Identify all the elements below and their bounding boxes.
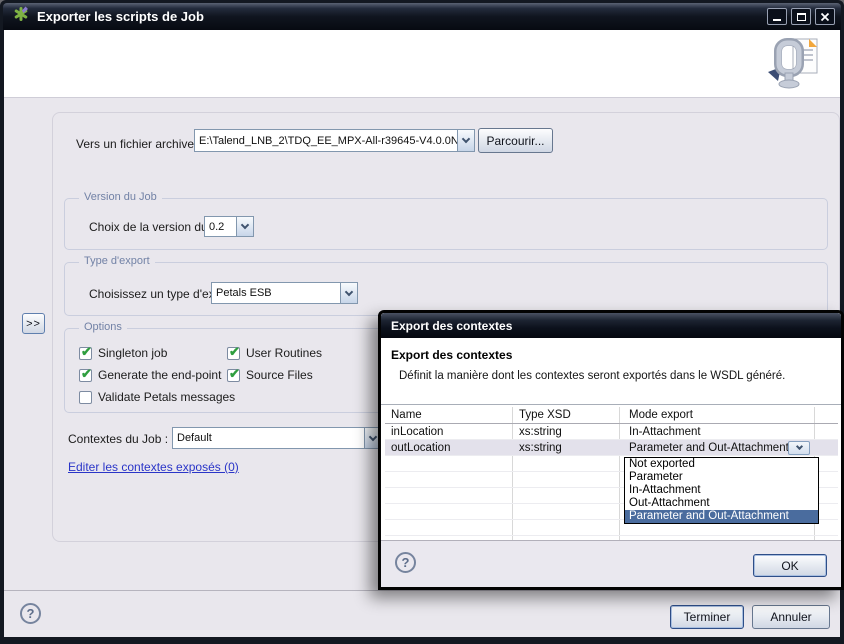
cancel-button[interactable]: Annuler (752, 605, 830, 629)
maximize-button[interactable] (791, 8, 811, 25)
job-version-group-title: Version du Job (79, 191, 162, 203)
chevron-down-icon (369, 432, 377, 440)
checkbox-label: Generate the end-point (98, 368, 221, 382)
dialog-header-title: Export des contextes (391, 348, 512, 362)
chevron-down-icon (345, 287, 353, 295)
button-bar: Terminer Annuler (4, 590, 840, 637)
contexts-table: Name Type XSD Mode export inLocation xs:… (385, 407, 838, 540)
table-row-inlocation[interactable]: inLocation xs:string In-Attachment (385, 424, 838, 440)
title-bar[interactable]: Exporter les scripts de Job (3, 3, 841, 30)
archive-path-combobox[interactable]: E:\Talend_LNB_2\TDQ_EE_MPX-All-r39645-V4… (194, 129, 475, 152)
dialog-help-button[interactable] (395, 552, 416, 573)
dialog-button-bar: OK (381, 540, 841, 587)
export-type-group-title: Type d'export (79, 255, 155, 267)
browse-button[interactable]: Parcourir... (478, 128, 553, 153)
main-window: Exporter les scripts de Job (0, 0, 844, 644)
dropdown-option-parameter-and-out-attachment[interactable]: Parameter and Out-Attachment (625, 510, 818, 523)
checkbox-generate-end-point[interactable]: Generate the end-point (79, 368, 221, 382)
cell-mode-export: Parameter and Out-Attachment (629, 440, 789, 456)
table-row-outlocation[interactable]: outLocation xs:string Parameter and Out-… (385, 440, 838, 456)
checkbox-singleton-job[interactable]: Singleton job (79, 346, 167, 360)
export-type-value[interactable]: Petals ESB (212, 283, 340, 303)
close-button[interactable] (815, 8, 835, 25)
dropdown-option-out-attachment[interactable]: Out-Attachment (625, 497, 818, 510)
job-contexts-combobox[interactable]: Default (172, 427, 382, 449)
dialog-title-bar[interactable]: Export des contextes (381, 313, 841, 338)
job-version-value[interactable]: 0.2 (205, 217, 236, 236)
checkbox-box[interactable] (79, 369, 92, 382)
checkbox-box[interactable] (79, 347, 92, 360)
export-type-combobox[interactable]: Petals ESB (211, 282, 358, 304)
table-header-row: Name Type XSD Mode export (385, 407, 838, 424)
wizard-banner (4, 30, 840, 98)
expand-panel-button[interactable]: >> (22, 313, 45, 334)
close-icon (820, 12, 830, 22)
minimize-button[interactable] (767, 8, 787, 25)
finish-button[interactable]: Terminer (670, 605, 744, 629)
checkbox-label: User Routines (246, 346, 322, 360)
archive-path-label: Vers un fichier archive : (76, 137, 201, 151)
dialog-title: Export des contextes (391, 319, 512, 333)
options-group-title: Options (79, 321, 127, 333)
mode-export-combo-button[interactable] (788, 441, 810, 455)
cell-name: outLocation (391, 440, 450, 456)
cell-name: inLocation (391, 424, 443, 440)
edit-exposed-contexts-link[interactable]: Editer les contextes exposés (0) (68, 460, 239, 474)
context-export-dialog: Export des contextes Export des contexte… (378, 310, 844, 590)
checkbox-label: Source Files (246, 368, 313, 382)
column-header-name[interactable]: Name (391, 407, 422, 424)
column-header-mode-export[interactable]: Mode export (629, 407, 693, 424)
export-type-combo-arrow-button[interactable] (340, 283, 357, 303)
maximize-icon (797, 13, 806, 21)
job-contexts-label: Contextes du Job : (68, 432, 168, 446)
checkbox-box[interactable] (79, 391, 92, 404)
dropdown-option-in-attachment[interactable]: In-Attachment (625, 484, 818, 497)
chevron-down-icon (241, 221, 249, 229)
export-type-group: Type d'export Choisissez un type d'expor… (64, 262, 828, 316)
chevron-down-icon (462, 135, 470, 143)
job-version-combobox[interactable]: 0.2 (204, 216, 254, 237)
minimize-icon (773, 19, 781, 21)
cell-type-xsd: xs:string (519, 440, 562, 456)
job-version-group: Version du Job Choix de la version du Jo… (64, 198, 828, 250)
archive-path-value[interactable]: E:\Talend_LNB_2\TDQ_EE_MPX-All-r39645-V4… (195, 130, 457, 151)
chevron-down-icon (795, 443, 802, 450)
cell-type-xsd: xs:string (519, 424, 562, 440)
dialog-header: Export des contextes Définit la manière … (381, 338, 841, 405)
mode-export-dropdown: Not exported Parameter In-Attachment Out… (624, 457, 819, 524)
dropdown-option-parameter[interactable]: Parameter (625, 471, 818, 484)
version-combo-arrow-button[interactable] (236, 217, 253, 236)
checkbox-box[interactable] (227, 369, 240, 382)
dialog-header-subtitle: Définit la manière dont les contextes se… (399, 370, 785, 382)
job-contexts-value[interactable]: Default (173, 428, 364, 448)
checkbox-validate-petals-messages[interactable]: Validate Petals messages (79, 390, 235, 404)
checkbox-user-routines[interactable]: User Routines (227, 346, 322, 360)
checkbox-label: Singleton job (98, 346, 167, 360)
talend-logo-icon (13, 6, 29, 27)
archive-combo-arrow-button[interactable] (457, 130, 474, 151)
window-title: Exporter les scripts de Job (37, 9, 767, 24)
export-archive-icon (766, 36, 824, 97)
checkbox-label: Validate Petals messages (98, 390, 235, 404)
help-button[interactable] (20, 603, 41, 624)
checkbox-box[interactable] (227, 347, 240, 360)
cell-mode-export: In-Attachment (629, 424, 701, 440)
ok-button[interactable]: OK (753, 554, 827, 577)
column-header-type-xsd[interactable]: Type XSD (519, 407, 571, 424)
checkbox-source-files[interactable]: Source Files (227, 368, 313, 382)
dropdown-option-not-exported[interactable]: Not exported (625, 458, 818, 471)
